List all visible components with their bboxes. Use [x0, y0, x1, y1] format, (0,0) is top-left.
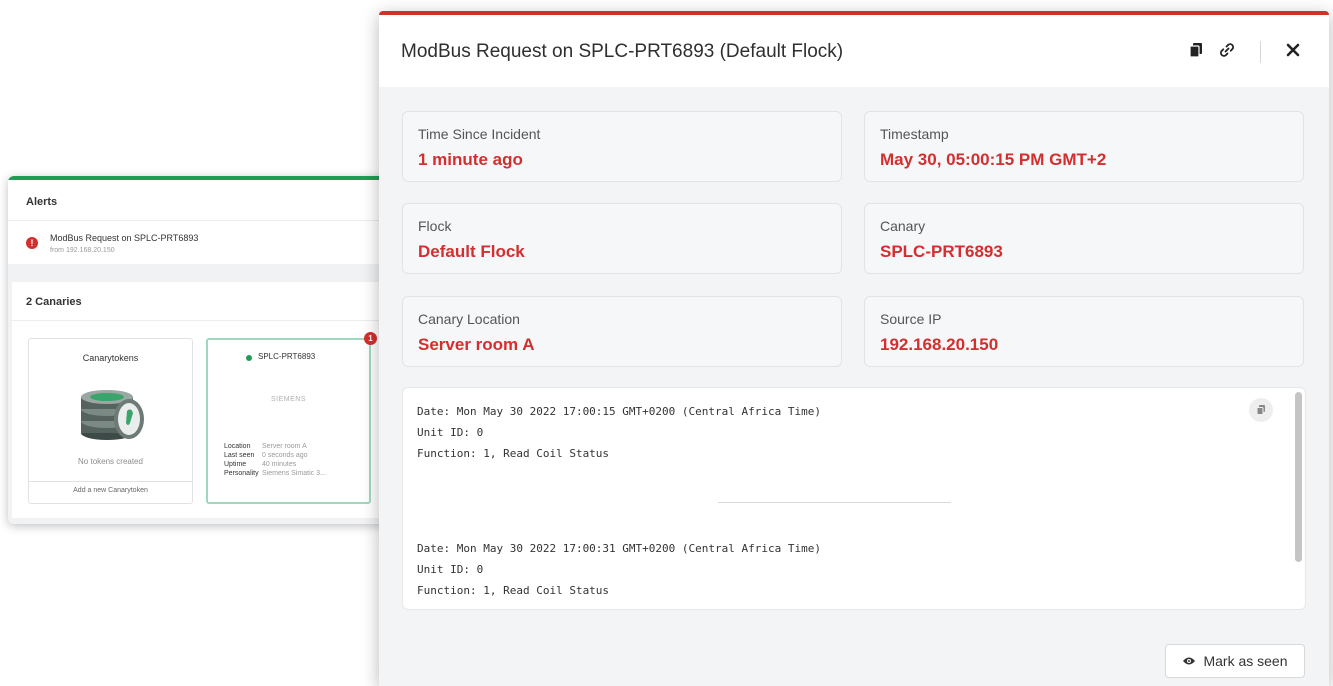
card-label: Source IP — [880, 311, 942, 327]
source-ip-card: Source IP 192.168.20.150 — [864, 296, 1304, 367]
canary-location-card: Canary Location Server room A — [402, 296, 842, 367]
detail-value: 40 minutes — [262, 461, 297, 468]
eye-icon — [1183, 657, 1196, 665]
canarytokens-card[interactable]: Canarytokens No tokens created Add a new… — [28, 338, 193, 504]
divider — [8, 220, 388, 221]
mark-as-seen-button[interactable]: Mark as seen — [1165, 644, 1305, 678]
card-label: Canary — [880, 218, 926, 234]
modal-title: ModBus Request on SPLC-PRT6893 (Default … — [401, 41, 844, 62]
alert-count-badge: 1 — [364, 332, 377, 345]
device-name: SPLC-PRT6893 — [258, 352, 316, 361]
copy-icon — [1256, 405, 1265, 415]
log-entry: Date: Mon May 30 2022 17:00:15 GMT+0200 … — [417, 405, 821, 460]
detail-key: Last seen — [224, 452, 255, 459]
card-value: 1 minute ago — [418, 150, 523, 169]
copy-icon[interactable] — [1187, 41, 1205, 59]
alert-title[interactable]: ModBus Request on SPLC-PRT6893 — [50, 233, 198, 243]
card-value: Default Flock — [418, 242, 525, 261]
canarytokens-title: Canarytokens — [82, 353, 139, 363]
online-status-icon — [246, 355, 252, 361]
alerts-title: Alerts — [26, 196, 58, 208]
detail-value: Server room A — [262, 443, 307, 450]
device-brand-logo: SIEMENS — [270, 396, 306, 403]
card-label: Canary Location — [418, 311, 520, 327]
header-separator — [1260, 41, 1261, 63]
detail-row: Uptime 40 minutes — [224, 460, 326, 469]
card-label: Time Since Incident — [418, 126, 541, 142]
alert-subtitle: from 192.168.20.150 — [50, 247, 115, 254]
detail-key: Location — [224, 443, 251, 450]
detail-value: 0 seconds ago — [262, 452, 308, 459]
copy-log-button[interactable] — [1249, 398, 1273, 422]
detail-row: Last seen 0 seconds ago — [224, 451, 326, 460]
flock-card: Flock Default Flock — [402, 203, 842, 274]
detail-key: Uptime — [224, 461, 247, 468]
alert-icon: ! — [26, 237, 38, 249]
log-separator — [718, 502, 951, 503]
divider — [12, 320, 384, 321]
event-log-panel[interactable]: Date: Mon May 30 2022 17:00:15 GMT+0200 … — [402, 387, 1306, 610]
canaries-title: 2 Canaries — [26, 296, 82, 308]
divider — [29, 481, 192, 482]
mark-as-seen-label: Mark as seen — [1203, 653, 1288, 669]
card-value: Server room A — [418, 335, 535, 354]
canary-device-card[interactable]: SPLC-PRT6893 SIEMENS Location Server roo… — [206, 338, 371, 504]
card-value: May 30, 05:00:15 PM GMT+2 — [880, 150, 1107, 169]
dashboard-panel: Alerts ! ModBus Request on SPLC-PRT6893 … — [8, 176, 388, 524]
detail-key: Personality — [224, 470, 259, 477]
alerts-section: Alerts ! ModBus Request on SPLC-PRT6893 … — [8, 176, 388, 264]
timestamp-card: Timestamp May 30, 05:00:15 PM GMT+2 — [864, 111, 1304, 182]
modal-header: ModBus Request on SPLC-PRT6893 (Default … — [379, 15, 1329, 87]
incident-modal: ModBus Request on SPLC-PRT6893 (Default … — [379, 11, 1329, 686]
card-value: 192.168.20.150 — [880, 335, 999, 354]
canarytoken-stack-icon — [81, 390, 144, 440]
detail-value: Siemens Simatic 3... — [262, 470, 326, 477]
detail-row: Personality Siemens Simatic 3... — [224, 469, 326, 478]
close-icon[interactable] — [1284, 41, 1302, 59]
card-label: Flock — [418, 218, 452, 234]
card-label: Timestamp — [880, 126, 949, 142]
card-value: SPLC-PRT6893 — [880, 242, 1003, 261]
add-canarytoken-link[interactable]: Add a new Canarytoken — [29, 487, 192, 494]
canary-card: Canary SPLC-PRT6893 — [864, 203, 1304, 274]
time-since-incident-card: Time Since Incident 1 minute ago — [402, 111, 842, 182]
detail-row: Location Server room A — [224, 442, 326, 451]
no-tokens-text: No tokens created — [78, 457, 143, 466]
log-entry: Date: Mon May 30 2022 17:00:31 GMT+0200 … — [417, 542, 821, 597]
log-scrollbar[interactable] — [1295, 392, 1302, 562]
canaries-section: 2 Canaries Canarytokens No tokens create… — [12, 282, 384, 518]
link-icon[interactable] — [1218, 41, 1236, 59]
device-details: Location Server room A Last seen 0 secon… — [224, 442, 326, 478]
